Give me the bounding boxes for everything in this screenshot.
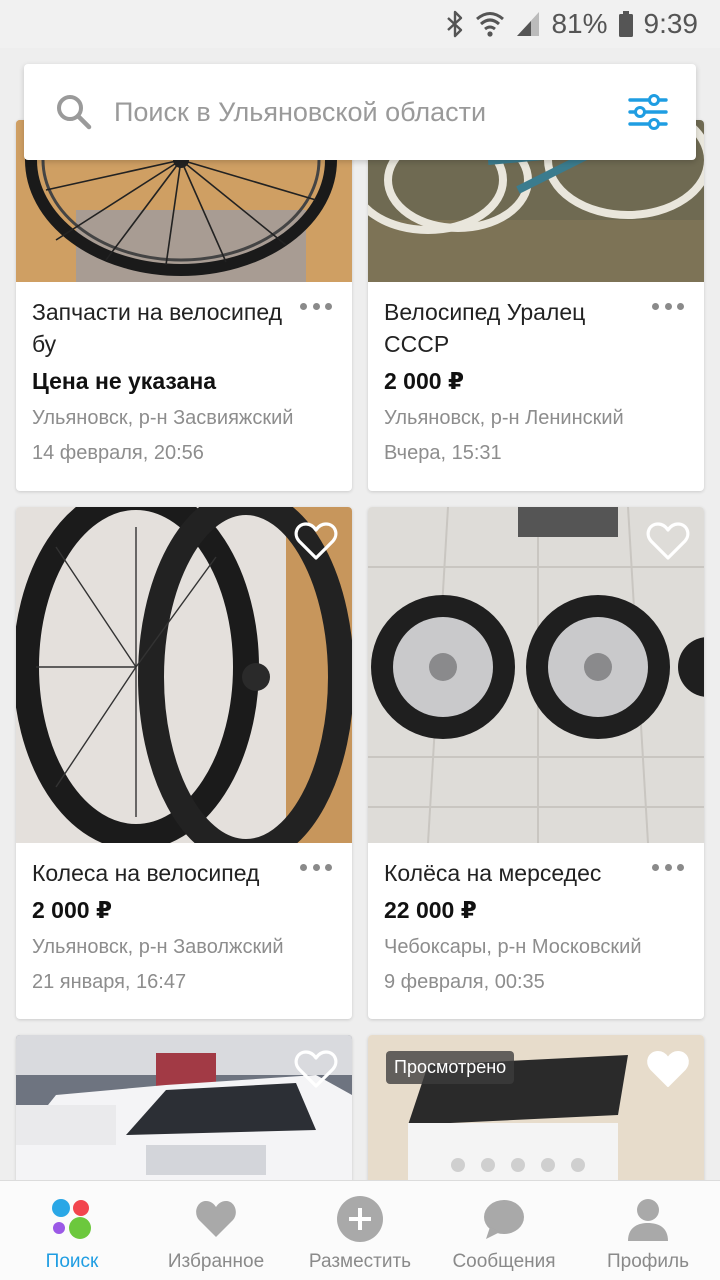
listing-info: Колёса на мерседес 22 000 ₽ Чебоксары, р… [368, 843, 704, 994]
tab-label: Поиск [45, 1251, 99, 1272]
listing-price: 2 000 ₽ [32, 897, 112, 923]
listing-date: 9 февраля, 00:35 [384, 971, 545, 993]
listing-card[interactable]: Колеса на велосипед 2 000 ₽ Ульяновск, р… [16, 507, 352, 1019]
listing-location: Ульяновск, р-н Заволжский [32, 936, 284, 958]
listing-card[interactable]: Просмотрено [368, 1035, 704, 1180]
listing-date: Вчера, 15:31 [384, 442, 502, 464]
listing-photo[interactable] [16, 507, 352, 843]
chat-bubble-icon [480, 1195, 528, 1243]
listing-info: Колеса на велосипед 2 000 ₽ Ульяновск, р… [16, 843, 352, 994]
favorite-heart-icon[interactable] [294, 1049, 338, 1089]
more-options-button[interactable] [652, 300, 684, 312]
listing-card[interactable]: Колёса на мерседес 22 000 ₽ Чебоксары, р… [368, 507, 704, 1019]
favorite-heart-icon[interactable] [646, 521, 690, 561]
listing-photo[interactable] [368, 507, 704, 843]
listing-price: 2 000 ₽ [384, 368, 464, 394]
search-input[interactable]: Поиск в Ульяновской области [114, 97, 628, 128]
more-options-button[interactable] [300, 861, 332, 873]
listing-photo[interactable] [16, 1035, 352, 1180]
user-icon [624, 1195, 672, 1243]
tab-label: Избранное [167, 1251, 265, 1272]
plus-circle-icon [336, 1195, 384, 1243]
favorite-heart-filled-icon[interactable] [646, 1049, 690, 1089]
listing-location: Ульяновск, р-н Засвияжский [32, 407, 294, 429]
listing-card[interactable]: Запчасти на велосипед бу Цена не указана… [16, 120, 352, 491]
heart-icon [192, 1195, 240, 1243]
tab-favorites[interactable]: Избранное [144, 1181, 288, 1280]
listing-date: 21 января, 16:47 [32, 971, 187, 993]
more-options-button[interactable] [300, 300, 332, 312]
tab-label: Профиль [606, 1251, 690, 1272]
tab-profile[interactable]: Профиль [576, 1181, 720, 1280]
tab-post[interactable]: Разместить [288, 1181, 432, 1280]
listings-feed[interactable]: Запчасти на велосипед бу Цена не указана… [0, 0, 720, 1180]
tab-label: Сообщения [452, 1251, 556, 1272]
tab-messages[interactable]: Сообщения [432, 1181, 576, 1280]
listing-location: Чебоксары, р-н Московский [384, 936, 642, 958]
search-bar[interactable]: Поиск в Ульяновской области [24, 64, 696, 160]
listing-price: Цена не указана [32, 368, 216, 394]
search-dots-icon [48, 1195, 96, 1243]
bottom-navigation: Поиск Избранное Разместить Сообщения Про… [0, 1180, 720, 1280]
listing-info: Запчасти на велосипед бу Цена не указана… [16, 282, 352, 465]
filter-icon[interactable] [628, 92, 668, 132]
listing-card[interactable] [16, 1035, 352, 1180]
listing-date: 14 февраля, 20:56 [32, 442, 204, 464]
search-icon [56, 94, 92, 130]
favorite-heart-icon[interactable] [294, 521, 338, 561]
listing-location: Ульяновск, р-н Ленинский [384, 407, 624, 429]
listing-photo[interactable]: Просмотрено [368, 1035, 704, 1180]
tab-search[interactable]: Поиск [0, 1181, 144, 1280]
more-options-button[interactable] [652, 861, 684, 873]
viewed-badge: Просмотрено [386, 1051, 515, 1084]
listing-info: Велосипед Уралец СССР 2 000 ₽ Ульяновск,… [368, 282, 704, 465]
listing-price: 22 000 ₽ [384, 897, 477, 923]
listing-card[interactable]: Велосипед Уралец СССР 2 000 ₽ Ульяновск,… [368, 120, 704, 491]
tab-label: Разместить [308, 1251, 412, 1272]
